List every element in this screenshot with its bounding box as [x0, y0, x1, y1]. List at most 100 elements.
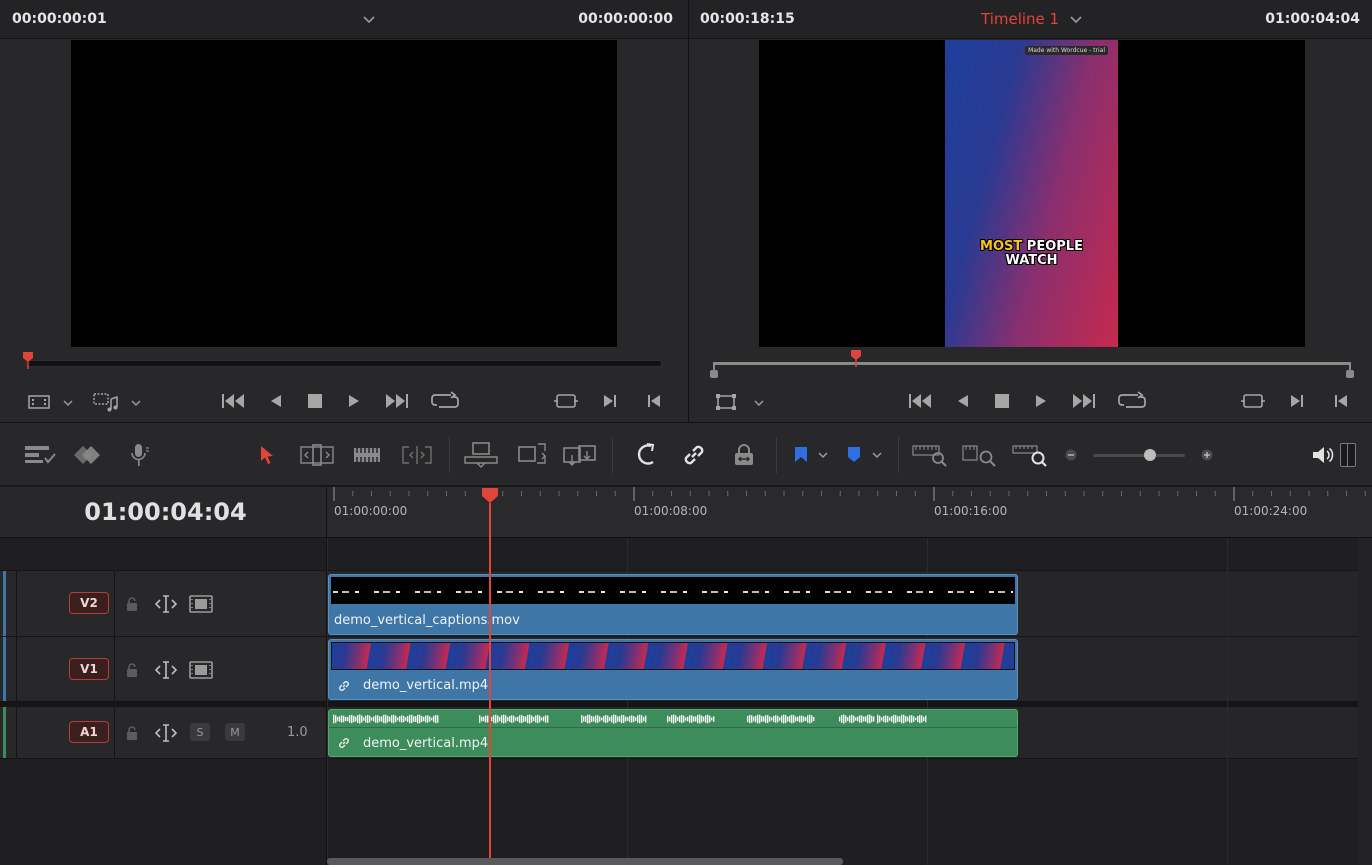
speaker-icon[interactable] [1310, 442, 1336, 468]
transform-overlay-icon[interactable] [714, 391, 738, 413]
match-frame-icon[interactable] [552, 390, 580, 412]
lock-icon[interactable] [123, 595, 141, 613]
track-label-a1[interactable]: A1 [69, 721, 109, 743]
stop-icon[interactable] [992, 391, 1012, 411]
zoom-slider-handle[interactable] [1144, 449, 1157, 461]
audio-video-toggle-icon[interactable] [90, 390, 122, 414]
chevron-down-icon[interactable] [60, 395, 76, 411]
overwrite-clip-icon[interactable] [514, 440, 550, 470]
blade-icon[interactable] [398, 442, 436, 468]
snapping-icon[interactable] [630, 440, 662, 470]
marker-icon[interactable] [843, 444, 865, 466]
waveform-sample [609, 717, 611, 721]
chevron-down-icon[interactable] [1067, 11, 1085, 29]
source-clip-dropdown-icon[interactable] [360, 11, 378, 29]
lock-icon[interactable] [123, 661, 141, 679]
solo-button[interactable]: S [190, 723, 210, 741]
play-reverse-icon[interactable] [953, 391, 973, 411]
clip-v1[interactable]: demo_vertical.mp4 [328, 639, 1018, 700]
timeline-playhead-marker[interactable] [850, 349, 862, 367]
horizontal-scrollbar[interactable] [327, 858, 843, 865]
waveform-sample [809, 714, 811, 724]
auto-track-select-icon[interactable] [153, 723, 179, 743]
selection-arrow-icon[interactable] [256, 443, 278, 467]
clip-v2[interactable]: demo_vertical_captions.mov [328, 574, 1018, 635]
lock-icon[interactable] [123, 724, 141, 742]
waveform-sample [905, 715, 907, 723]
jump-to-start-icon[interactable] [220, 390, 248, 412]
play-reverse-icon[interactable] [266, 391, 286, 411]
replace-clip-icon[interactable] [560, 440, 600, 470]
zoom-in-icon[interactable] [1198, 447, 1216, 463]
waveform-sample [503, 714, 505, 724]
loop-icon[interactable] [1117, 389, 1147, 413]
waveform-sample [421, 715, 423, 723]
waveform-sample [391, 715, 393, 723]
waveform-sample [497, 715, 499, 723]
full-extent-zoom-icon[interactable] [910, 440, 950, 470]
chevron-down-icon[interactable] [128, 395, 144, 411]
next-edit-icon[interactable] [600, 391, 620, 411]
insert-clip-icon[interactable] [462, 440, 500, 470]
flag-icon[interactable] [790, 444, 812, 466]
mute-button[interactable]: M [225, 723, 245, 741]
waveform-sample [709, 715, 711, 723]
jump-to-end-icon[interactable] [1069, 390, 1097, 412]
film-strip-icon[interactable] [188, 594, 214, 614]
track-label-v1[interactable]: V1 [69, 658, 109, 680]
film-strip-icon[interactable] [188, 660, 214, 680]
waveform-sample [631, 715, 633, 723]
timeline-view-options-icon[interactable] [22, 442, 58, 468]
loop-icon[interactable] [430, 389, 460, 413]
clip-a1[interactable]: demo_vertical.mp4 [328, 709, 1018, 757]
timeline-viewer-header: 00:00:18:15 Timeline 1 01:00:04:04 [689, 0, 1372, 39]
waveform-sample [859, 715, 861, 723]
ruler-label: 01:00:00:00 [334, 504, 408, 518]
chevron-down-icon[interactable] [868, 447, 886, 463]
viewer-layout-icon[interactable] [26, 392, 52, 412]
track-header-divider [114, 571, 115, 636]
jump-to-start-icon[interactable] [907, 390, 935, 412]
chevron-down-icon[interactable] [751, 395, 767, 411]
zoom-slider-track[interactable] [1093, 454, 1185, 457]
caption-line-1-text: PEOPLE [1026, 239, 1083, 254]
timeline-name-dropdown[interactable]: Timeline 1 [981, 10, 1059, 28]
clip-mode-icon[interactable] [72, 442, 108, 468]
timeline-area[interactable]: 01:00:00:00 01:00:08:00 01:00:16:00 01:00:2… [327, 487, 1372, 865]
next-edit-icon[interactable] [1287, 391, 1307, 411]
position-lock-icon[interactable] [728, 440, 760, 470]
stop-icon[interactable] [305, 391, 325, 411]
voiceover-mic-icon[interactable] [124, 441, 154, 469]
link-icon [337, 679, 351, 693]
waveform-sample [511, 715, 513, 723]
waveform-sample [845, 715, 847, 723]
detail-zoom-icon[interactable] [960, 440, 1000, 470]
play-icon[interactable] [344, 391, 364, 411]
waveform-sample [873, 716, 875, 722]
dynamic-trim-icon[interactable] [350, 442, 384, 468]
waveform-sample [785, 715, 787, 723]
waveform-sample [337, 716, 339, 722]
trim-edit-icon[interactable] [298, 442, 336, 468]
play-icon[interactable] [1031, 391, 1051, 411]
timeline-scrubber[interactable] [714, 362, 1350, 365]
waveform-sample [667, 715, 669, 723]
in-point-handle[interactable] [710, 370, 718, 378]
waveform-sample [435, 714, 437, 724]
match-frame-icon[interactable] [1239, 390, 1267, 412]
linked-selection-icon[interactable] [678, 440, 710, 470]
waveform-sample [587, 714, 589, 724]
source-playhead-marker[interactable] [22, 351, 34, 369]
auto-track-select-icon[interactable] [153, 594, 179, 614]
out-point-handle[interactable] [1346, 370, 1354, 378]
custom-zoom-icon[interactable] [1010, 440, 1050, 470]
vertical-scroll-gutter[interactable] [1358, 538, 1372, 865]
jump-to-end-icon[interactable] [382, 390, 410, 412]
track-label-v2[interactable]: V2 [69, 592, 109, 614]
previous-edit-icon[interactable] [644, 391, 664, 411]
source-scrubber[interactable] [26, 360, 662, 367]
previous-edit-icon[interactable] [1331, 391, 1351, 411]
auto-track-select-icon[interactable] [153, 660, 179, 680]
chevron-down-icon[interactable] [814, 447, 832, 463]
zoom-out-icon[interactable] [1062, 447, 1080, 463]
